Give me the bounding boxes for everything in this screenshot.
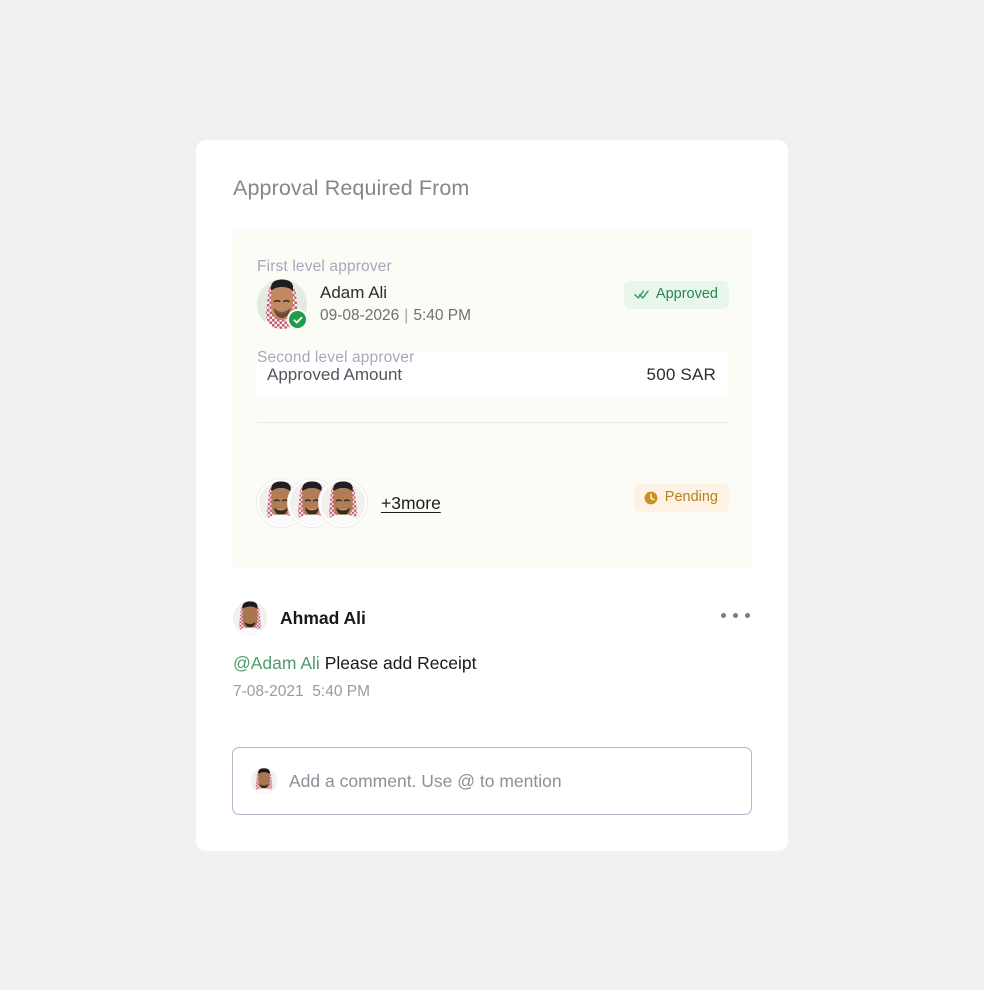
avatar — [251, 768, 277, 794]
comment-mention[interactable]: @Adam Ali — [233, 653, 320, 673]
approved-amount-value: 500 SAR — [646, 365, 716, 384]
second-level-approver-row: +3more — [257, 479, 441, 527]
approval-card: Approval Required From First level appro… — [196, 140, 788, 851]
comment-input-placeholder[interactable]: Add a comment. Use @ to mention — [289, 771, 733, 792]
comment-author-name: Ahmad Ali — [280, 607, 366, 628]
timestamp-separator: | — [404, 307, 409, 324]
verified-check-icon — [287, 309, 308, 330]
comment-timestamp: 7-08-2021 5:40 PM — [233, 683, 751, 701]
second-level-approver-label: Second level approver — [257, 349, 415, 366]
status-badge-pending: Pending — [633, 484, 729, 512]
status-badge-approved: Approved — [623, 281, 729, 309]
approver-timestamp: 09-08-2026 | 5:40 PM — [320, 306, 471, 326]
screen-root: Approval Required From First level appro… — [0, 0, 984, 990]
page-title: Approval Required From — [233, 176, 470, 200]
status-badge-label: Pending — [664, 489, 718, 505]
avatar-stack[interactable] — [257, 479, 367, 527]
panel-divider — [257, 422, 729, 423]
approval-time: 5:40 PM — [413, 307, 472, 324]
comment-input-box[interactable]: Add a comment. Use @ to mention — [232, 747, 752, 815]
avatar[interactable] — [319, 479, 367, 527]
comment-time-value: 5:40 PM — [312, 683, 371, 700]
first-level-approver-label: First level approver — [257, 258, 392, 275]
approval-date: 09-08-2026 — [320, 307, 400, 324]
avatar — [233, 601, 267, 635]
approver-name: Adam Ali — [320, 283, 388, 302]
comment-message: Please add Receipt — [319, 653, 477, 673]
avatar-with-verified-badge — [257, 279, 308, 330]
comment-date: 7-08-2021 — [233, 683, 304, 700]
clock-icon — [644, 491, 658, 505]
status-badge-label: Approved — [655, 286, 718, 302]
approver-identity: Adam Ali 09-08-2026 | 5:40 PM — [257, 279, 471, 330]
approved-amount-label: Approved Amount — [267, 365, 403, 384]
double-check-icon — [634, 289, 649, 300]
approver-text: Adam Ali 09-08-2026 | 5:40 PM — [320, 282, 471, 326]
approvers-panel: First level approver Adam Ali 09-08-2026… — [232, 229, 752, 568]
kebab-menu-icon[interactable] — [721, 613, 750, 618]
comment-header: Ahmad Ali — [233, 600, 751, 636]
comment-item: Ahmad Ali @Adam Ali Please add Receipt 7… — [233, 600, 751, 701]
more-approvers-link[interactable]: +3more — [381, 493, 441, 514]
comment-text: @Adam Ali Please add Receipt — [233, 652, 751, 674]
